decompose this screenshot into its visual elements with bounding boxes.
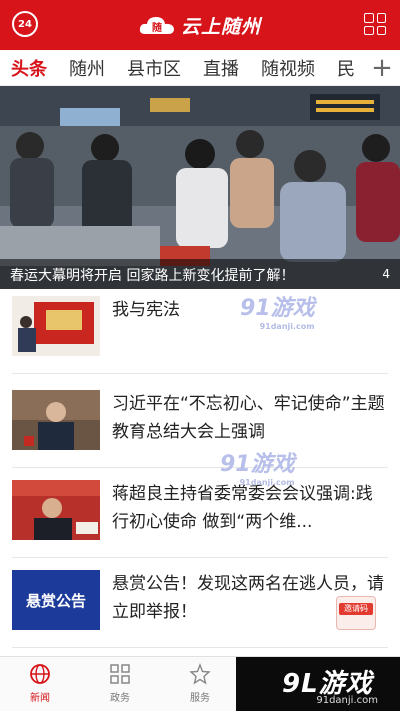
nav-government[interactable]: 政务 [90, 663, 150, 704]
cloud-logo-icon: 随 [139, 14, 175, 36]
tab-headline[interactable]: 头条 [0, 55, 58, 81]
nav-government-label: 政务 [110, 693, 130, 704]
tab-video[interactable]: 随视频 [250, 55, 326, 81]
24-hours-button[interactable]: 24 [12, 11, 38, 37]
news-thumbnail: 悬赏公告 [12, 570, 100, 630]
news-thumbnail [12, 390, 100, 450]
banner-domain: 91danji.com [316, 695, 378, 706]
badge-24-label: 24 [18, 18, 32, 30]
globe-icon [29, 663, 51, 685]
grid-icon [109, 663, 131, 685]
tab-suizhou[interactable]: 随州 [58, 55, 116, 81]
menu-grid-icon[interactable] [364, 13, 386, 35]
news-item[interactable]: 我与宪法 [12, 296, 388, 374]
invite-label: 邀请码 [339, 603, 373, 615]
tab-people[interactable]: 民 [326, 55, 366, 81]
hero-page-indicator: 4 [382, 267, 390, 281]
nav-service[interactable]: 服务 [170, 663, 230, 704]
news-title: 我与宪法 [112, 300, 180, 320]
nav-service-label: 服务 [190, 693, 210, 704]
thumbnail-text: 悬赏公告 [25, 591, 86, 610]
watermark-brand: 91游戏 [240, 296, 315, 321]
app-logo: 随 云上随州 [139, 12, 261, 39]
star-icon [189, 663, 211, 685]
news-thumbnail [12, 480, 100, 540]
channel-tabs: 头条 随州 县市区 直播 随视频 民 + [0, 50, 400, 86]
invite-envelope-button[interactable]: 邀请码 [336, 596, 376, 630]
app-title: 云上随州 [180, 15, 261, 38]
tab-counties[interactable]: 县市区 [116, 55, 192, 81]
hero-banner[interactable]: 春运大幕明将开启 回家路上新变化提前了解！ 4 [0, 86, 400, 289]
watermark: 91游戏 91danji.com [220, 446, 295, 487]
news-title: 蒋超良主持省委常委会会议强调:践行初心使命 做到“两个维... [112, 484, 373, 532]
watermark-domain: 91danji.com [259, 322, 315, 331]
watermark: 91游戏 91danji.com [240, 290, 315, 331]
news-item[interactable]: 习近平在“不忘初心、牢记使命”主题教育总结大会上强调 [12, 390, 388, 468]
nav-news[interactable]: 新闻 [10, 663, 70, 704]
add-channel-icon[interactable]: + [364, 50, 400, 85]
logo-mark-text: 随 [152, 21, 162, 34]
news-thumbnail [12, 296, 100, 356]
watermark-brand: 91游戏 [220, 452, 295, 477]
news-item[interactable]: 悬赏公告 悬赏公告！发现这两名在逃人员，请立即举报！ [12, 570, 388, 648]
watermark-domain: 91danji.com [239, 478, 295, 487]
bottom-navigation: 新闻 政务 服务 9L游戏 91danji.com [0, 656, 400, 711]
nav-news-label: 新闻 [30, 693, 50, 704]
tab-live[interactable]: 直播 [192, 55, 250, 81]
app-header: 24 随 云上随州 [0, 0, 400, 50]
hero-caption: 春运大幕明将开启 回家路上新变化提前了解！ [0, 259, 400, 289]
watermark-banner: 9L游戏 91danji.com [236, 657, 400, 711]
news-item[interactable]: 蒋超良主持省委常委会会议强调:践行初心使命 做到“两个维... [12, 480, 388, 558]
